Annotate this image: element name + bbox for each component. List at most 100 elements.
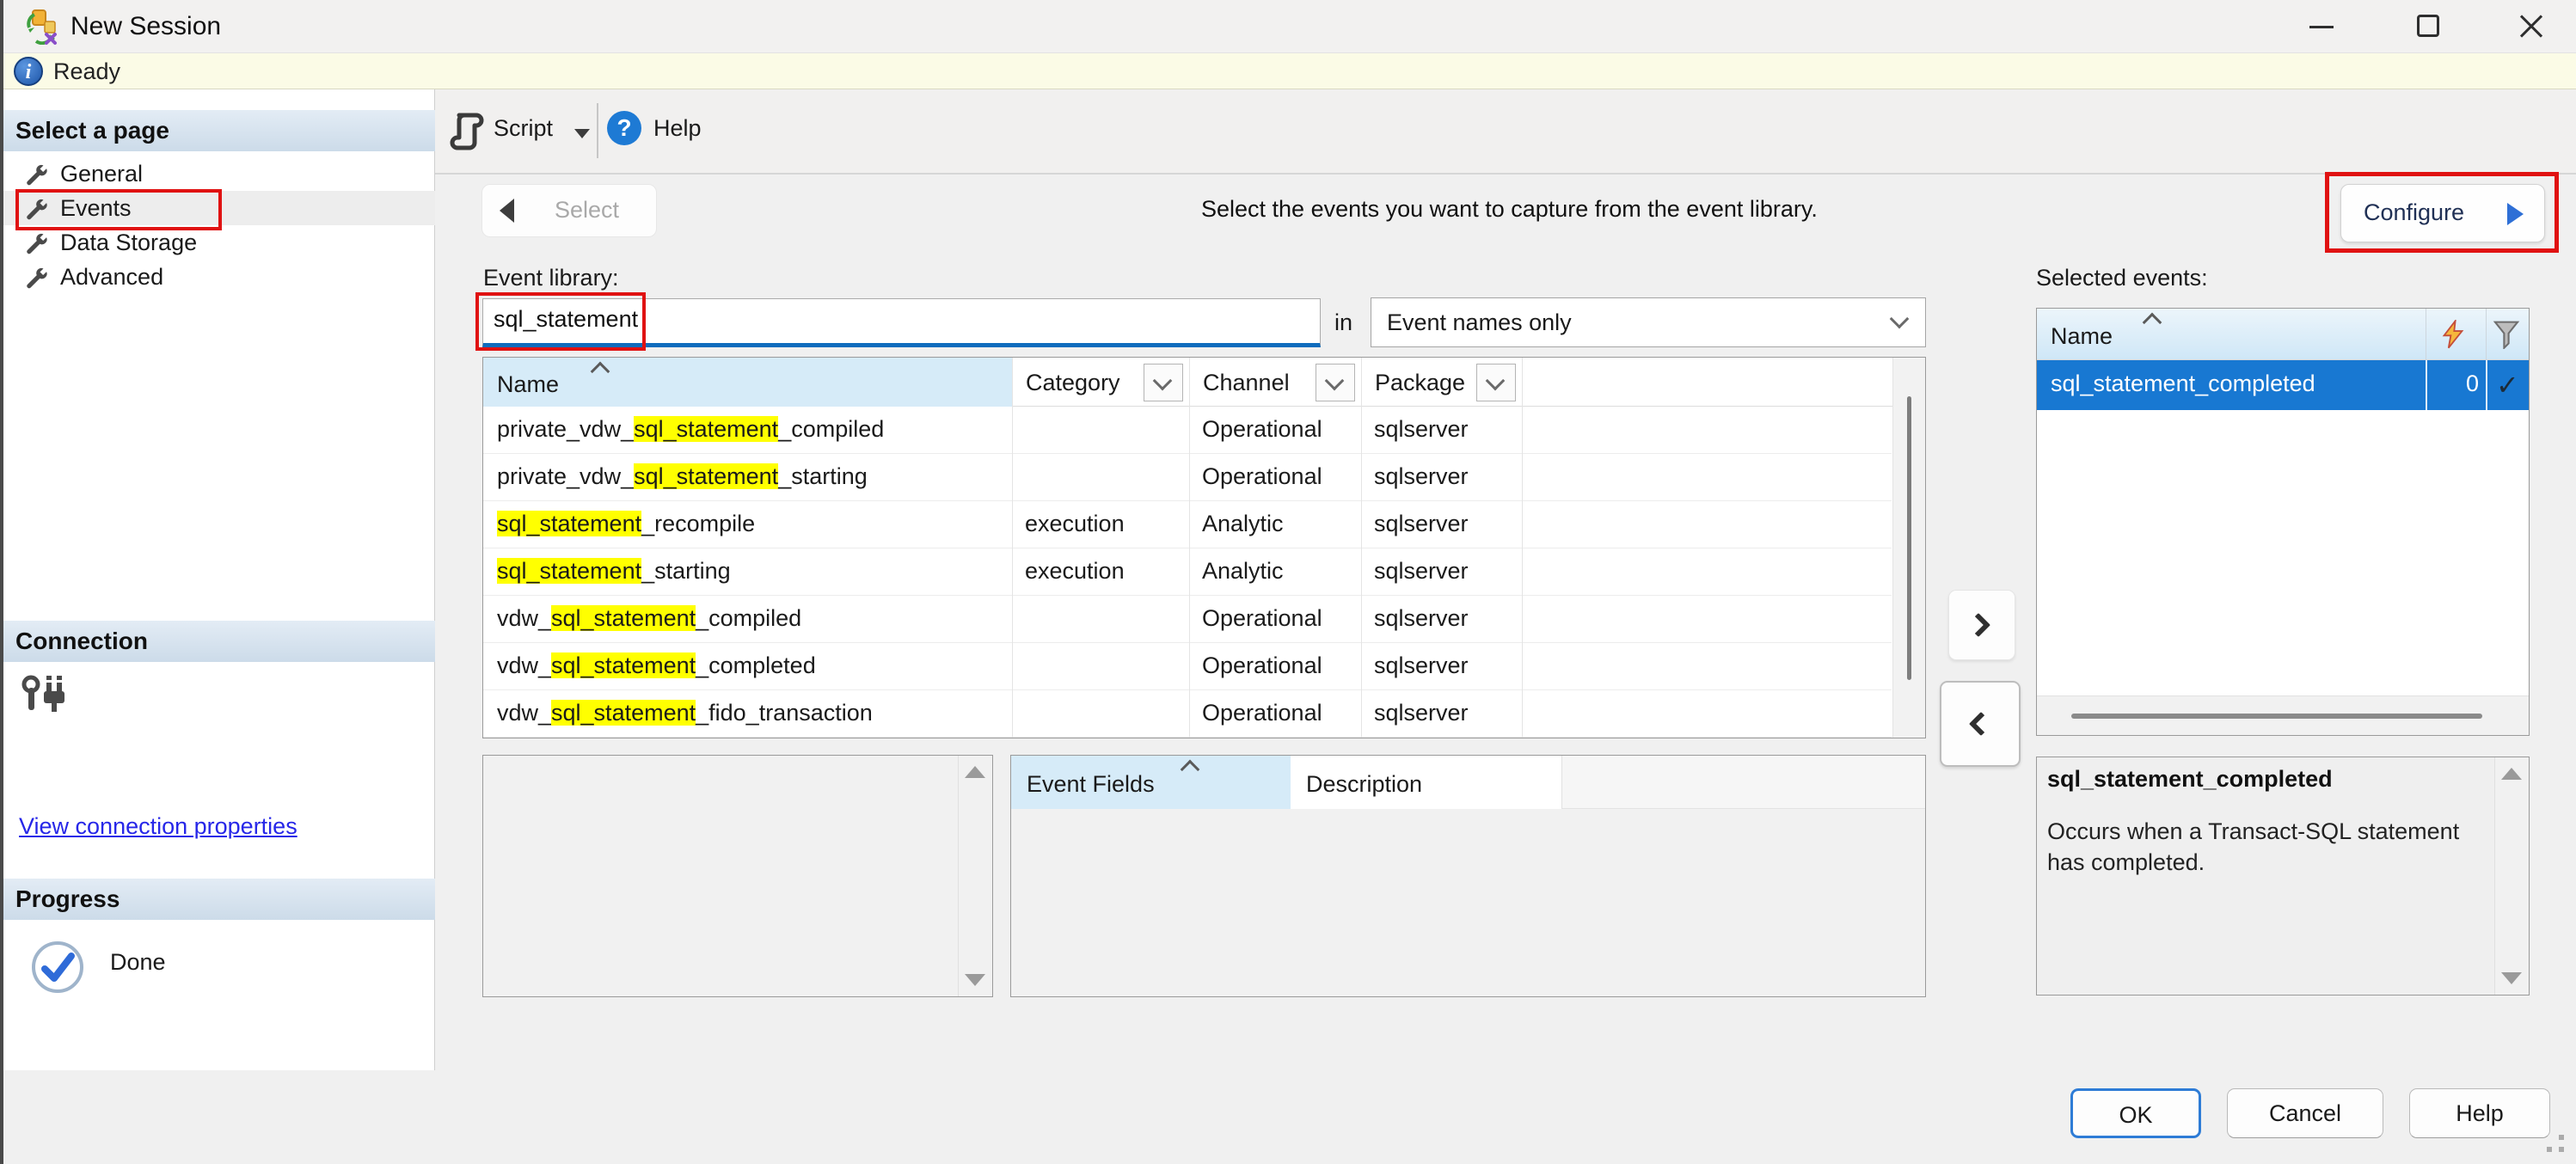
script-icon bbox=[449, 110, 487, 159]
status-text: Ready bbox=[53, 53, 120, 89]
in-label: in bbox=[1334, 309, 1352, 336]
description-body: Occurs when a Transact-SQL statement has… bbox=[2047, 816, 2477, 878]
event-row[interactable]: vdw_sql_statement_fido_transactionOperat… bbox=[483, 690, 1892, 738]
event-channel-cell: Operational bbox=[1202, 463, 1322, 490]
column-header-channel[interactable]: Channel bbox=[1203, 370, 1290, 396]
column-header-category[interactable]: Category bbox=[1026, 370, 1120, 396]
selected-events-table: Name sql_statement_completed 0 ✓ bbox=[2036, 308, 2530, 736]
event-row[interactable]: sql_statement_recompileexecutionAnalytic… bbox=[483, 501, 1892, 548]
progress-status: Done bbox=[110, 949, 166, 976]
connection-header: Connection bbox=[3, 621, 435, 662]
maximize-button[interactable] bbox=[2401, 0, 2456, 52]
column-header-description[interactable]: Description bbox=[1291, 756, 1562, 809]
chevron-down-icon bbox=[1486, 371, 1506, 391]
selected-event-row[interactable]: sql_statement_completed 0 ✓ bbox=[2037, 360, 2529, 410]
sidebar-item-events[interactable]: Events bbox=[3, 191, 435, 225]
scroll-up-icon[interactable] bbox=[2501, 768, 2522, 780]
sidebar: Select a page GeneralEventsData StorageA… bbox=[3, 89, 435, 1070]
event-row[interactable]: sql_statement_startingexecutionAnalytics… bbox=[483, 548, 1892, 596]
select-back-button[interactable]: Select bbox=[481, 184, 657, 237]
event-name-cell: vdw_sql_statement_fido_transaction bbox=[497, 700, 873, 726]
sidebar-item-general[interactable]: General bbox=[3, 156, 435, 191]
scroll-down-icon[interactable] bbox=[2501, 972, 2522, 984]
chevron-down-icon bbox=[1325, 371, 1345, 391]
search-scope-dropdown[interactable]: Event names only bbox=[1371, 297, 1926, 347]
chevron-right-icon bbox=[1966, 613, 1990, 637]
search-highlight: sql_statement bbox=[497, 511, 641, 536]
maximize-icon bbox=[2417, 15, 2439, 37]
chevron-down-icon bbox=[1890, 309, 1910, 329]
scrollbar-thumb[interactable] bbox=[2071, 714, 2482, 719]
panel-scrollbar[interactable] bbox=[958, 756, 992, 996]
status-bar: i Ready bbox=[3, 53, 2576, 89]
event-row[interactable]: private_vdw_sql_statement_startingOperat… bbox=[483, 454, 1892, 501]
instruction-text: Select the events you want to capture fr… bbox=[1201, 196, 1818, 223]
event-library-label: Event library: bbox=[483, 265, 619, 291]
column-header-package[interactable]: Package bbox=[1375, 370, 1465, 396]
toolbar-separator bbox=[597, 103, 598, 158]
selected-events-header: Name bbox=[2037, 309, 2529, 360]
remove-event-button[interactable] bbox=[1940, 681, 2021, 767]
new-session-dialog: New Session i Ready Select a page Genera… bbox=[0, 0, 2576, 1164]
selected-event-count: 0 bbox=[2426, 371, 2479, 397]
event-table-scrollbar[interactable] bbox=[1892, 358, 1925, 738]
event-package-cell: sqlserver bbox=[1374, 416, 1469, 443]
event-channel-cell: Operational bbox=[1202, 652, 1322, 679]
configure-button[interactable]: Configure bbox=[2340, 184, 2545, 242]
scrollbar-thumb[interactable] bbox=[1907, 396, 1911, 680]
category-filter-button[interactable] bbox=[1144, 364, 1183, 401]
event-description-panel: sql_statement_completed Occurs when a Tr… bbox=[2036, 757, 2530, 996]
event-channel-cell: Operational bbox=[1202, 416, 1322, 443]
minimize-button[interactable] bbox=[2294, 0, 2349, 52]
help-button[interactable]: Help bbox=[2409, 1088, 2550, 1138]
event-row[interactable]: vdw_sql_statement_completedOperationalsq… bbox=[483, 643, 1892, 690]
chevron-left-icon bbox=[1969, 712, 1993, 736]
event-search-input[interactable] bbox=[482, 298, 1321, 347]
sort-ascending-icon bbox=[2143, 313, 2162, 333]
script-dropdown-icon[interactable] bbox=[574, 129, 590, 138]
scroll-down-icon[interactable] bbox=[965, 974, 985, 986]
selected-events-hscrollbar[interactable] bbox=[2037, 695, 2529, 735]
event-package-cell: sqlserver bbox=[1374, 652, 1469, 679]
cancel-button[interactable]: Cancel bbox=[2227, 1088, 2383, 1138]
column-header-name[interactable]: Name bbox=[483, 358, 1012, 407]
category-list-panel bbox=[482, 755, 993, 997]
toolbar-help-label: Help bbox=[653, 115, 702, 142]
description-scrollbar[interactable] bbox=[2494, 757, 2529, 995]
chevron-down-icon bbox=[1153, 371, 1173, 391]
sidebar-item-advanced[interactable]: Advanced bbox=[3, 260, 435, 294]
event-name-cell: sql_statement_recompile bbox=[497, 511, 755, 537]
channel-filter-button[interactable] bbox=[1316, 364, 1355, 401]
resize-grip[interactable] bbox=[2559, 1147, 2564, 1152]
toolbar-help-button[interactable]: ? Help bbox=[605, 101, 751, 162]
event-category-cell: execution bbox=[1025, 511, 1125, 537]
select-a-page-header: Select a page bbox=[3, 110, 435, 151]
event-name-cell: vdw_sql_statement_compiled bbox=[497, 605, 801, 632]
column-header-name[interactable]: Name bbox=[2051, 323, 2113, 350]
ok-button[interactable]: OK bbox=[2070, 1088, 2201, 1138]
event-channel-cell: Analytic bbox=[1202, 558, 1284, 585]
search-highlight: sql_statement bbox=[551, 605, 696, 631]
event-row[interactable]: vdw_sql_statement_compiledOperationalsql… bbox=[483, 596, 1892, 643]
configure-label: Configure bbox=[2364, 199, 2464, 226]
event-package-cell: sqlserver bbox=[1374, 605, 1469, 632]
event-package-cell: sqlserver bbox=[1374, 463, 1469, 490]
sidebar-item-label: Advanced bbox=[60, 260, 163, 294]
select-back-label: Select bbox=[555, 197, 619, 224]
progress-header: Progress bbox=[3, 879, 435, 920]
scroll-up-icon[interactable] bbox=[965, 766, 985, 778]
package-filter-button[interactable] bbox=[1476, 364, 1516, 401]
title-bar: New Session bbox=[3, 0, 2576, 53]
column-header-event-fields[interactable]: Event Fields bbox=[1011, 756, 1291, 809]
event-package-cell: sqlserver bbox=[1374, 511, 1469, 537]
sidebar-item-label: Events bbox=[60, 191, 132, 225]
sidebar-item-label: General bbox=[60, 156, 143, 191]
event-row[interactable]: private_vdw_sql_statement_compiledOperat… bbox=[483, 407, 1892, 454]
close-button[interactable] bbox=[2502, 0, 2557, 52]
sort-ascending-icon bbox=[591, 362, 610, 382]
add-event-button[interactable] bbox=[1948, 590, 2015, 660]
info-icon: i bbox=[14, 57, 43, 86]
sidebar-item-data-storage[interactable]: Data Storage bbox=[3, 225, 435, 260]
view-connection-properties-link[interactable]: View connection properties bbox=[19, 813, 297, 840]
script-button[interactable]: Script bbox=[444, 101, 598, 162]
